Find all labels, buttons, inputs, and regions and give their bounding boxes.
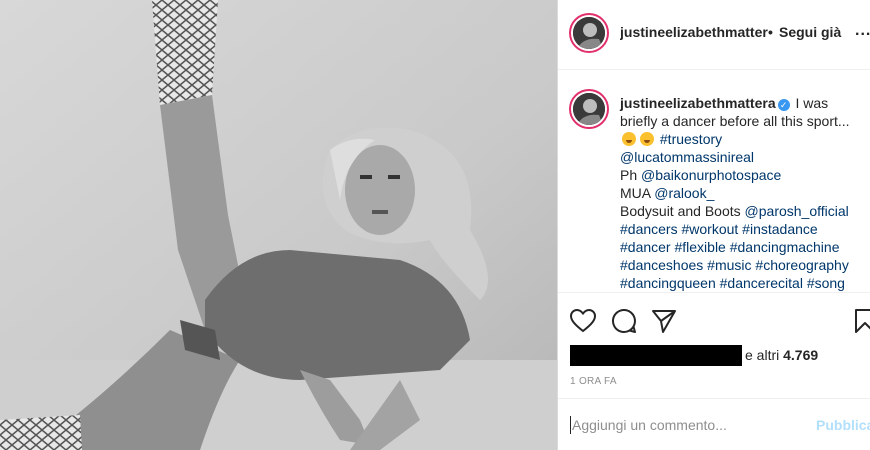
- post-details-panel: justineelizabethmattera • Segui già ... …: [557, 0, 870, 450]
- publish-button[interactable]: Pubblica: [816, 417, 870, 433]
- hashtag-line[interactable]: #dancingqueen #dancerecital #song: [620, 274, 866, 292]
- post-header: justineelizabethmattera • Segui già ...: [558, 0, 870, 70]
- caption-label: Bodysuit and Boots: [620, 203, 741, 219]
- hashtag-line[interactable]: #dancer #flexible #dancingmachine: [620, 238, 866, 256]
- author-avatar[interactable]: [569, 13, 609, 53]
- post-photo[interactable]: [0, 0, 557, 450]
- caption-label: Ph: [620, 167, 638, 183]
- comment-icon[interactable]: [611, 308, 637, 334]
- mention-link[interactable]: @ralook_: [654, 185, 714, 201]
- author-username[interactable]: justineelizabethmattera: [620, 24, 768, 40]
- hashtag-line[interactable]: #dancers #workout #instadance: [620, 220, 866, 238]
- hashtag-line[interactable]: #danceshoes #music #choreography: [620, 256, 866, 274]
- comment-input[interactable]: Aggiungi un commento...: [572, 417, 727, 433]
- caption-avatar[interactable]: [569, 89, 609, 129]
- likes-suffix: e altri: [745, 347, 780, 363]
- more-options-icon[interactable]: ...: [855, 22, 870, 40]
- post-actions: e altri 4.769 1 ORA FA: [558, 292, 870, 392]
- shushing-face-emoji-icon: [640, 132, 654, 146]
- caption: justineelizabethmattera ✓ I was briefly a…: [558, 86, 870, 292]
- save-bookmark-icon[interactable]: [852, 308, 870, 334]
- author-avatar-image: [573, 17, 605, 49]
- verified-badge-icon: ✓: [777, 99, 790, 111]
- add-comment-bar: Aggiungi un commento... Pubblica: [558, 398, 870, 450]
- text-cursor: [570, 416, 571, 434]
- caption-avatar-image: [573, 93, 605, 125]
- drooling-face-emoji-icon: [622, 132, 636, 146]
- like-heart-icon[interactable]: [570, 308, 596, 334]
- share-direct-icon[interactable]: [651, 308, 677, 334]
- post-photo-image: [0, 0, 557, 450]
- mention-link[interactable]: @lucatommassinireal: [620, 149, 754, 165]
- post-timestamp[interactable]: 1 ORA FA: [570, 376, 617, 387]
- mention-link[interactable]: @baikonurphotospace: [641, 167, 781, 183]
- caption-username[interactable]: justineelizabethmattera: [620, 95, 776, 111]
- caption-text: justineelizabethmattera ✓ I was briefly a…: [620, 94, 866, 292]
- likes-count: 4.769: [783, 347, 819, 363]
- redacted-username: [570, 345, 742, 366]
- likes-summary[interactable]: e altri 4.769: [570, 345, 870, 367]
- caption-label: MUA: [620, 185, 651, 201]
- header-separator: •: [768, 24, 773, 40]
- mention-link[interactable]: @parosh_official: [745, 203, 849, 219]
- hashtag-link[interactable]: #truestory: [660, 131, 722, 147]
- follow-button[interactable]: Segui già: [779, 24, 841, 40]
- likes-text: e altri 4.769: [745, 347, 818, 363]
